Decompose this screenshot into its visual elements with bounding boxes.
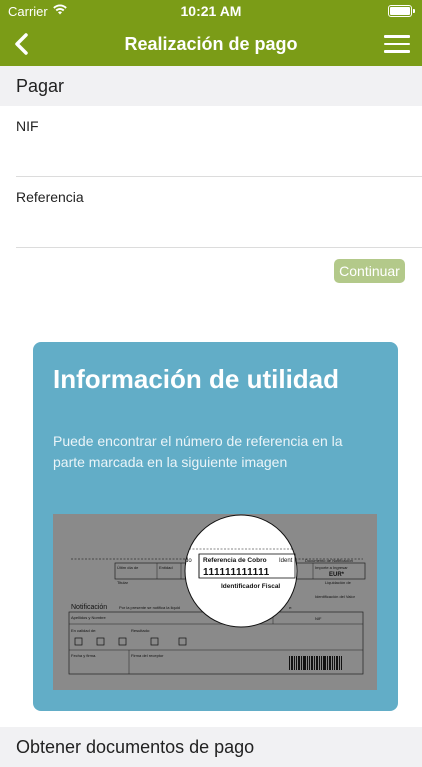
obtener-documentos-header[interactable]: Obtener documentos de pago: [0, 727, 422, 767]
fecha-label: Fecha y firma.: [71, 653, 96, 658]
navigation-bar: Realización de pago: [0, 22, 422, 66]
svg-text:Ident: Ident: [279, 558, 293, 564]
col-ultim: Últim día de: [117, 565, 139, 570]
page-title: Realización de pago: [124, 34, 298, 54]
payment-document-image: Últim día de Entidad Documento de Notifi…: [53, 514, 377, 690]
resultado-label: Resultado:: [131, 628, 150, 633]
notif-text: Por la presente se notifica la liquid: [119, 605, 180, 610]
nif-field[interactable]: NIF: [0, 106, 422, 177]
currency-label: EUR*: [329, 572, 345, 578]
nif-doc-label: NIF: [315, 616, 322, 621]
status-bar: Carrier 10:21 AM: [0, 0, 422, 22]
info-title: Información de utilidad: [53, 364, 340, 394]
reference-label: Referencia de Cobro: [203, 557, 267, 564]
reference-number: 111111111111: [203, 567, 270, 578]
firma-receptor-label: Firma del receptor: [131, 653, 164, 658]
pagar-section-header: Pagar: [0, 66, 422, 106]
fiscal-label: Identificador Fiscal: [221, 583, 280, 590]
col-importe: Importe a Ingresar: [315, 565, 348, 570]
battery-icon: [388, 5, 415, 17]
col-entidad: Entidad: [159, 565, 173, 570]
calidad-label: En calidad de:: [71, 628, 96, 633]
notificacion-label: Notificación: [71, 604, 107, 611]
referencia-field[interactable]: Referencia: [0, 177, 422, 248]
info-description: Puede encontrar el número de referencia …: [53, 433, 343, 470]
identificacion-valor: Identificación del Valor: [315, 594, 356, 599]
nif-label: NIF: [16, 118, 39, 134]
svg-text:e:: e:: [289, 605, 292, 610]
section-title: Pagar: [16, 76, 65, 96]
col-titular: Titular: [117, 580, 129, 585]
clock: 10:21 AM: [180, 3, 242, 19]
hamburger-menu-icon[interactable]: [384, 35, 410, 53]
svg-text:do: do: [185, 558, 192, 564]
info-card: Información de utilidad Puede encontrar …: [33, 342, 398, 711]
apellidos-label: Apellidos y Nombre: [71, 615, 106, 620]
referencia-label: Referencia: [16, 189, 84, 205]
magnifier-circle: do Referencia de Cobro Ident 11111111111…: [184, 514, 298, 628]
bottom-section-title: Obtener documentos de pago: [16, 737, 255, 757]
divider: [16, 247, 422, 248]
liquidacion-label: Liquidación de: [325, 580, 352, 585]
continue-button[interactable]: Continuar: [334, 259, 405, 283]
col-notificacion: Documento de Notificación: [305, 558, 353, 563]
